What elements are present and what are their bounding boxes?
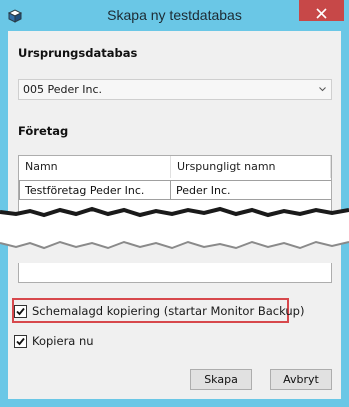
table-row[interactable]: Testföretag Peder Inc. Peder Inc.: [19, 180, 331, 200]
source-db-value: 005 Peder Inc.: [23, 83, 103, 96]
torn-edge-divider: [0, 206, 349, 250]
grid-header: Namn Urspungligt namn: [19, 156, 331, 178]
checkmark-icon: [16, 307, 25, 316]
scheduled-copy-option[interactable]: Schemalagd kopiering (startar Monitor Ba…: [11, 300, 304, 322]
chevron-down-icon: [319, 87, 326, 92]
close-button[interactable]: [299, 0, 344, 21]
source-db-select[interactable]: 005 Peder Inc.: [18, 79, 332, 100]
copy-now-option[interactable]: Kopiera nu: [11, 330, 131, 352]
close-icon: [316, 7, 327, 19]
checkmark-icon: [16, 337, 25, 346]
copy-now-label: Kopiera nu: [32, 334, 94, 348]
company-label: Företag: [18, 124, 69, 138]
window-title: Skapa ny testdatabas: [107, 7, 242, 23]
cell-original-name[interactable]: Peder Inc.: [171, 180, 331, 200]
create-button[interactable]: Skapa: [190, 369, 252, 390]
title-bar[interactable]: Skapa ny testdatabas: [0, 0, 349, 31]
cell-name[interactable]: Testföretag Peder Inc.: [19, 180, 171, 200]
dialog-window: Skapa ny testdatabas Ursprungsdatabas 00…: [0, 0, 349, 407]
column-header-original-name[interactable]: Urspungligt namn: [171, 156, 331, 178]
source-db-label: Ursprungsdatabas: [18, 46, 138, 60]
cancel-button[interactable]: Avbryt: [270, 369, 332, 390]
scheduled-copy-checkbox[interactable]: [14, 305, 27, 318]
column-header-name[interactable]: Namn: [19, 156, 171, 178]
scheduled-copy-label: Schemalagd kopiering (startar Monitor Ba…: [32, 304, 305, 318]
copy-now-checkbox[interactable]: [14, 335, 27, 348]
